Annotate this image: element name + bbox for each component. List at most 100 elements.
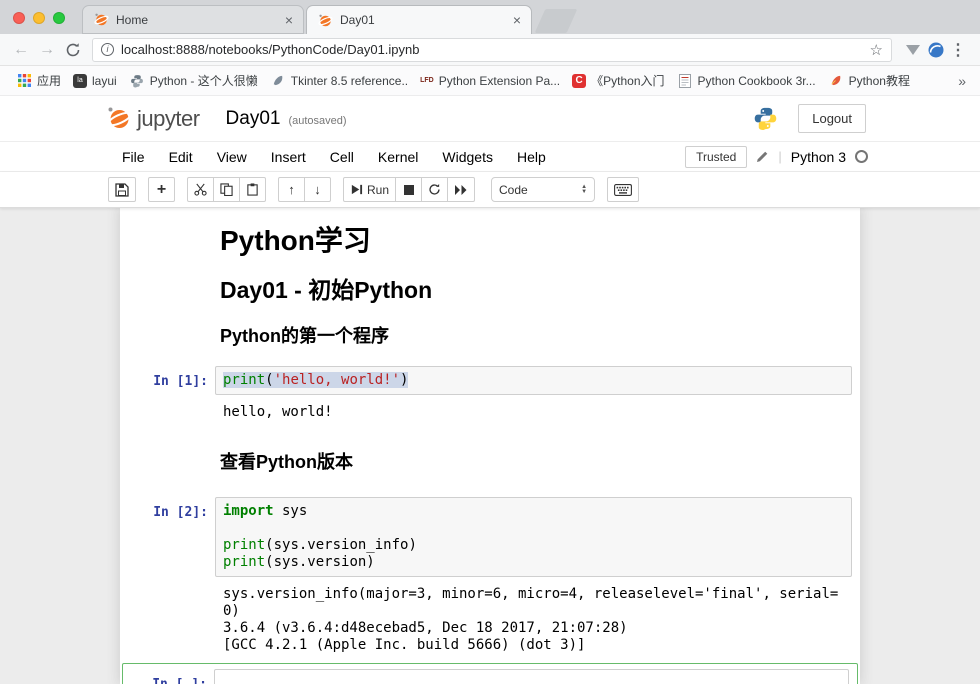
cut-cells-button[interactable] bbox=[187, 177, 214, 202]
csdn-icon: C bbox=[572, 74, 586, 88]
bookmark-python-tutorial[interactable]: Python教程 bbox=[822, 72, 916, 89]
extension-triangle-icon[interactable] bbox=[906, 45, 920, 55]
tab-close-icon[interactable]: × bbox=[285, 13, 293, 27]
bookmark-label: Python教程 bbox=[849, 72, 910, 89]
close-window-button[interactable] bbox=[13, 12, 25, 24]
notebook-menubar: File Edit View Insert Cell Kernel Widget… bbox=[0, 141, 980, 172]
new-tab-button[interactable] bbox=[535, 9, 578, 33]
python-kernel-logo bbox=[753, 106, 778, 131]
command-palette-button[interactable] bbox=[607, 177, 639, 202]
code-input-area[interactable]: print('hello, world!') bbox=[215, 366, 852, 395]
output-cell-1: hello, world! bbox=[120, 399, 860, 426]
bookmark-layui[interactable]: la layui bbox=[67, 74, 123, 88]
notebook-h1: Python学习 bbox=[220, 224, 844, 258]
tab-home[interactable]: Home × bbox=[82, 5, 304, 34]
refresh-button[interactable] bbox=[60, 42, 86, 58]
bookmark-python-blog[interactable]: Python - 这个人很懒 bbox=[123, 72, 264, 89]
notebook-h2: Day01 - 初始Python bbox=[220, 276, 844, 304]
notebook-background: Python学习 Day01 - 初始Python Python的第一个程序 I… bbox=[0, 208, 980, 684]
cell-type-select[interactable]: Code ▲▼ bbox=[491, 177, 595, 202]
trusted-button[interactable]: Trusted bbox=[685, 146, 747, 168]
bookmark-cookbook[interactable]: Python Cookbook 3r... bbox=[671, 73, 822, 89]
logout-button[interactable]: Logout bbox=[798, 104, 866, 133]
browser-window: Home × Day01 × ← → i localhost:8888/note… bbox=[0, 0, 980, 684]
bookmark-label: layui bbox=[92, 74, 117, 88]
move-cell-up-button[interactable]: ↑ bbox=[278, 177, 305, 202]
menu-insert[interactable]: Insert bbox=[259, 145, 318, 169]
jupyter-header: jupyter Day01 (autosaved) Logout bbox=[0, 96, 980, 141]
move-cell-down-button[interactable]: ↓ bbox=[304, 177, 331, 202]
browser-menu-icon[interactable]: ⋮ bbox=[950, 40, 966, 60]
menu-file[interactable]: File bbox=[110, 145, 157, 169]
code-cell-2: In [2]: import sys print(sys.version_inf… bbox=[120, 497, 860, 577]
menu-help[interactable]: Help bbox=[505, 145, 558, 169]
notebook-container: Python学习 Day01 - 初始Python Python的第一个程序 I… bbox=[120, 208, 860, 684]
restart-kernel-button[interactable] bbox=[421, 177, 448, 202]
select-arrows-icon: ▲▼ bbox=[581, 185, 587, 195]
checkpoint-status: (autosaved) bbox=[288, 115, 346, 127]
run-label: Run bbox=[367, 183, 389, 197]
tab-strip: Home × Day01 × bbox=[0, 0, 980, 34]
jupyter-favicon-icon bbox=[317, 12, 333, 28]
bookmark-apps[interactable]: 应用 bbox=[10, 72, 67, 89]
bookmark-label: 应用 bbox=[37, 72, 61, 89]
kernel-idle-indicator bbox=[855, 150, 868, 163]
output-cell-2: sys.version_info(major=3, minor=6, micro… bbox=[120, 581, 860, 659]
tab-title: Home bbox=[116, 13, 278, 27]
jupyter-logo[interactable]: jupyter bbox=[106, 105, 200, 132]
menu-view[interactable]: View bbox=[205, 145, 259, 169]
output-text: hello, world! bbox=[215, 399, 852, 426]
markdown-cell-h3b: 查看Python版本 bbox=[120, 451, 860, 473]
fullscreen-window-button[interactable] bbox=[53, 12, 65, 24]
minimize-window-button[interactable] bbox=[33, 12, 45, 24]
tab-day01[interactable]: Day01 × bbox=[306, 5, 532, 34]
code-token: print bbox=[223, 372, 265, 388]
menu-cell[interactable]: Cell bbox=[318, 145, 366, 169]
jupyter-wordmark: jupyter bbox=[137, 106, 200, 132]
bookmarks-bar: 应用 la layui Python - 这个人很懒 Tkinter 8.5 r… bbox=[0, 66, 980, 96]
insert-cell-button[interactable]: + bbox=[148, 177, 175, 202]
input-prompt: In [1]: bbox=[120, 366, 208, 390]
cell-type-value: Code bbox=[499, 183, 528, 197]
document-icon bbox=[677, 73, 693, 89]
kernel-name: Python 3 bbox=[791, 149, 846, 165]
edit-mode-pencil-icon bbox=[756, 150, 769, 163]
address-bar[interactable]: i localhost:8888/notebooks/PythonCode/Da… bbox=[92, 38, 892, 62]
divider: | bbox=[778, 149, 781, 164]
back-button[interactable]: ← bbox=[8, 41, 34, 59]
code-cell-1: In [1]: print('hello, world!') bbox=[120, 366, 860, 395]
bookmark-label: Python Extension Pa... bbox=[439, 74, 560, 88]
code-input-area[interactable] bbox=[214, 669, 849, 684]
code-cell-3-selected[interactable]: In [ ]: bbox=[122, 663, 858, 684]
code-input-area[interactable]: import sys print(sys.version_info) print… bbox=[215, 497, 852, 577]
menu-kernel[interactable]: Kernel bbox=[366, 145, 430, 169]
bookmarks-overflow-chevron[interactable]: » bbox=[954, 73, 970, 89]
code-token: sys bbox=[274, 503, 308, 519]
bookmark-star-icon[interactable]: ☆ bbox=[870, 41, 883, 59]
bookmark-label: Tkinter 8.5 reference.. bbox=[291, 74, 408, 88]
save-button[interactable] bbox=[108, 177, 136, 202]
bookmark-lfd[interactable]: LFD Python Extension Pa... bbox=[414, 74, 566, 88]
page-info-icon[interactable]: i bbox=[101, 43, 114, 56]
copy-cells-button[interactable] bbox=[213, 177, 240, 202]
paste-cells-button[interactable] bbox=[239, 177, 266, 202]
apps-grid-icon bbox=[16, 73, 32, 89]
python-mini-icon bbox=[129, 73, 145, 89]
menu-edit[interactable]: Edit bbox=[157, 145, 205, 169]
extension-globe-icon[interactable] bbox=[928, 42, 944, 58]
code-token: print bbox=[223, 537, 265, 553]
bookmark-label: 《Python入门 bbox=[591, 72, 664, 89]
run-cell-button[interactable]: Run bbox=[343, 177, 396, 202]
lfd-icon: LFD bbox=[420, 77, 434, 84]
url-text: localhost:8888/notebooks/PythonCode/Day0… bbox=[121, 42, 863, 57]
bookmark-python-intro[interactable]: C 《Python入门 bbox=[566, 72, 670, 89]
restart-run-all-button[interactable] bbox=[447, 177, 475, 202]
notebook-title[interactable]: Day01 bbox=[226, 108, 281, 130]
interrupt-kernel-button[interactable] bbox=[395, 177, 422, 202]
menu-widgets[interactable]: Widgets bbox=[430, 145, 505, 169]
forward-button[interactable]: → bbox=[34, 41, 60, 59]
layui-icon: la bbox=[73, 74, 87, 88]
bookmark-tkinter[interactable]: Tkinter 8.5 reference.. bbox=[264, 73, 414, 89]
browser-toolbar: ← → i localhost:8888/notebooks/PythonCod… bbox=[0, 34, 980, 66]
tab-close-icon[interactable]: × bbox=[513, 13, 521, 27]
